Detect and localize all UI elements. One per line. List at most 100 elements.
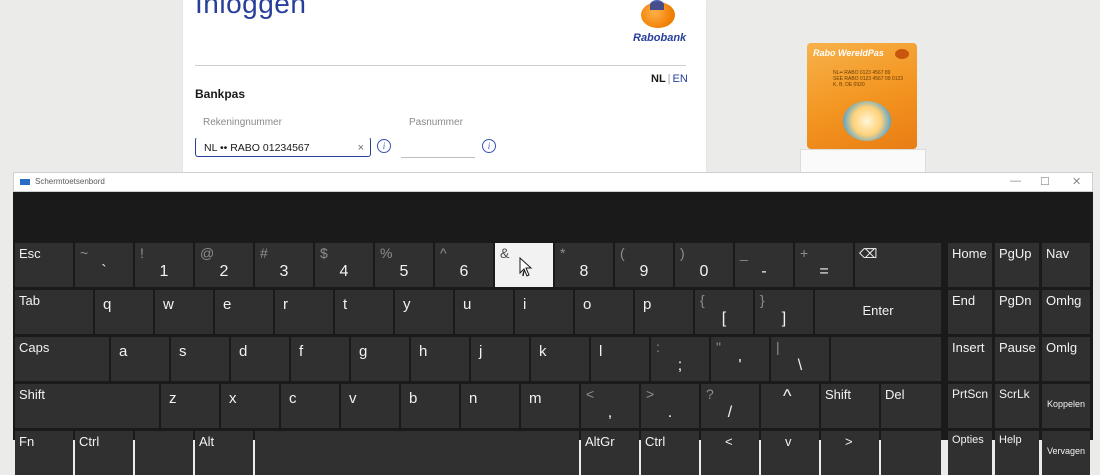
- key-nav[interactable]: Nav: [1042, 243, 1090, 287]
- key-help[interactable]: Help: [995, 431, 1039, 475]
- close-button[interactable]: ✕: [1072, 175, 1081, 188]
- key-6[interactable]: ^ 6: [435, 243, 493, 287]
- key-enter[interactable]: Enter: [815, 290, 941, 334]
- key-vervagen[interactable]: Vervagen: [1042, 431, 1090, 475]
- key-c[interactable]: c: [281, 384, 339, 428]
- key-tab[interactable]: Tab: [15, 290, 93, 334]
- lang-nl-link[interactable]: NL: [651, 73, 666, 85]
- key-options[interactable]: Opties: [948, 431, 992, 475]
- key-right-arrow[interactable]: >: [821, 431, 879, 475]
- key-p[interactable]: p: [635, 290, 693, 334]
- key-minus[interactable]: _ -: [735, 243, 793, 287]
- key-j[interactable]: j: [471, 337, 529, 381]
- minimize-button[interactable]: —: [1010, 175, 1021, 187]
- key-backspace[interactable]: ⌫: [855, 243, 941, 287]
- key-pgdn[interactable]: PgDn: [995, 290, 1039, 334]
- key-ctrl[interactable]: Ctrl: [75, 431, 133, 475]
- key-comma[interactable]: <,: [581, 384, 639, 428]
- key-l[interactable]: l: [591, 337, 649, 381]
- lang-separator: |: [667, 73, 671, 85]
- key-equals[interactable]: + =: [795, 243, 853, 287]
- left-arrow-icon: <: [725, 434, 733, 449]
- key-4[interactable]: $4: [315, 243, 373, 287]
- key-tilde[interactable]: ~ `: [75, 243, 133, 287]
- key-w[interactable]: w: [155, 290, 213, 334]
- key-slash[interactable]: ? /: [701, 384, 759, 428]
- key-period[interactable]: >.: [641, 384, 699, 428]
- key-e[interactable]: e: [215, 290, 273, 334]
- key-semicolon[interactable]: :;: [651, 337, 709, 381]
- key-s[interactable]: s: [171, 337, 229, 381]
- key-koppelen[interactable]: Koppelen: [1042, 384, 1090, 428]
- key-1[interactable]: ! 1: [135, 243, 193, 287]
- key-space[interactable]: [255, 431, 579, 475]
- clear-icon[interactable]: ×: [358, 138, 364, 158]
- osk-titlebar[interactable]: Schermtoetsenbord — ☐ ✕: [13, 172, 1093, 192]
- key-fn[interactable]: Fn: [15, 431, 73, 475]
- key-5[interactable]: % 5: [375, 243, 433, 287]
- key-v[interactable]: v: [341, 384, 399, 428]
- key-home[interactable]: Home: [948, 243, 992, 287]
- key-0[interactable]: ) 0: [675, 243, 733, 287]
- key-9[interactable]: (9: [615, 243, 673, 287]
- key-backslash[interactable]: | \: [771, 337, 829, 381]
- key-g[interactable]: g: [351, 337, 409, 381]
- key-esc[interactable]: Esc: [15, 243, 73, 287]
- key-b[interactable]: b: [401, 384, 459, 428]
- key-left-bracket[interactable]: {[: [695, 290, 753, 334]
- key-del[interactable]: Del: [881, 384, 941, 428]
- key-r[interactable]: r: [275, 290, 333, 334]
- key-quote[interactable]: " ': [711, 337, 769, 381]
- key-f[interactable]: f: [291, 337, 349, 381]
- key-d[interactable]: d: [231, 337, 289, 381]
- card-logo-icon: [895, 49, 909, 59]
- key-alt[interactable]: Alt: [195, 431, 253, 475]
- key-scrlk[interactable]: ScrLk: [995, 384, 1039, 428]
- key-q[interactable]: q: [95, 290, 153, 334]
- key-z[interactable]: z: [161, 384, 219, 428]
- card-sun-graphic: [843, 101, 891, 141]
- account-info-icon[interactable]: i: [377, 139, 391, 153]
- key-x[interactable]: x: [221, 384, 279, 428]
- key-omhg[interactable]: Omhg: [1042, 290, 1090, 334]
- key-pgup[interactable]: PgUp: [995, 243, 1039, 287]
- key-pause[interactable]: Pause: [995, 337, 1039, 381]
- key-end[interactable]: End: [948, 290, 992, 334]
- key-t[interactable]: t: [335, 290, 393, 334]
- key-h[interactable]: h: [411, 337, 469, 381]
- key-u[interactable]: u: [455, 290, 513, 334]
- key-omlg[interactable]: Omlg: [1042, 337, 1090, 381]
- key-8[interactable]: * 8: [555, 243, 613, 287]
- key-m[interactable]: m: [521, 384, 579, 428]
- key-a[interactable]: a: [111, 337, 169, 381]
- key-right-ctrl[interactable]: Ctrl: [641, 431, 699, 475]
- key-down-arrow[interactable]: v: [761, 431, 819, 475]
- account-number-input[interactable]: NL •• RABO 01234567 ×: [195, 137, 371, 157]
- key-n[interactable]: n: [461, 384, 519, 428]
- key-left-arrow[interactable]: <: [701, 431, 759, 475]
- lang-en-link[interactable]: EN: [673, 73, 688, 85]
- on-screen-keyboard: Esc ~ ` ! 1 @2 #3 $4 % 5 ^ 6 & 7 * 8 (9 ) 0 _ - …: [13, 192, 1093, 475]
- key-right-bracket[interactable]: }]: [755, 290, 813, 334]
- key-prtscn[interactable]: PrtScn: [948, 384, 992, 428]
- page-title: Inloggen: [195, 0, 307, 19]
- maximize-button[interactable]: ☐: [1040, 175, 1050, 188]
- key-up-arrow[interactable]: ^: [761, 384, 819, 428]
- account-number-value: NL •• RABO 01234567: [204, 142, 310, 154]
- key-i[interactable]: i: [515, 290, 573, 334]
- key-right-shift[interactable]: Shift: [821, 384, 879, 428]
- key-o[interactable]: o: [575, 290, 633, 334]
- key-windows[interactable]: [135, 431, 193, 475]
- key-2[interactable]: @2: [195, 243, 253, 287]
- key-caps[interactable]: Caps: [15, 337, 109, 381]
- key-insert[interactable]: Insert: [948, 337, 992, 381]
- key-altgr[interactable]: AltGr: [581, 431, 639, 475]
- key-left-shift[interactable]: Shift: [15, 384, 159, 428]
- pasnummer-input[interactable]: [401, 137, 475, 158]
- key-3[interactable]: #3: [255, 243, 313, 287]
- key-y[interactable]: y: [395, 290, 453, 334]
- key-menu[interactable]: [881, 431, 941, 475]
- pasnummer-info-icon[interactable]: i: [482, 139, 496, 153]
- key-k[interactable]: k: [531, 337, 589, 381]
- key-enter-extension[interactable]: [831, 337, 941, 381]
